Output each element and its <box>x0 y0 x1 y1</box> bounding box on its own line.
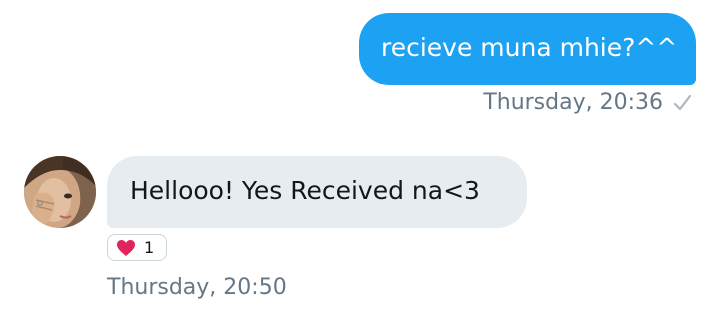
received-message-bubble[interactable]: Hellooo! Yes Received na<3 <box>107 156 527 228</box>
heart-icon <box>116 239 136 257</box>
sent-message-meta: Thursday, 20:36 <box>483 90 693 115</box>
reaction-badge[interactable]: 1 <box>107 234 167 261</box>
received-message-timestamp: Thursday, 20:50 <box>107 275 287 300</box>
sent-message-text: recieve muna mhie?^^ <box>381 33 678 62</box>
avatar[interactable] <box>24 156 96 228</box>
sent-message-bubble[interactable]: recieve muna mhie?^^ <box>359 13 696 85</box>
reaction-count: 1 <box>144 238 155 257</box>
check-icon <box>671 92 693 114</box>
sent-message-timestamp: Thursday, 20:36 <box>483 90 663 115</box>
received-message-text: Hellooo! Yes Received na<3 <box>130 176 480 205</box>
